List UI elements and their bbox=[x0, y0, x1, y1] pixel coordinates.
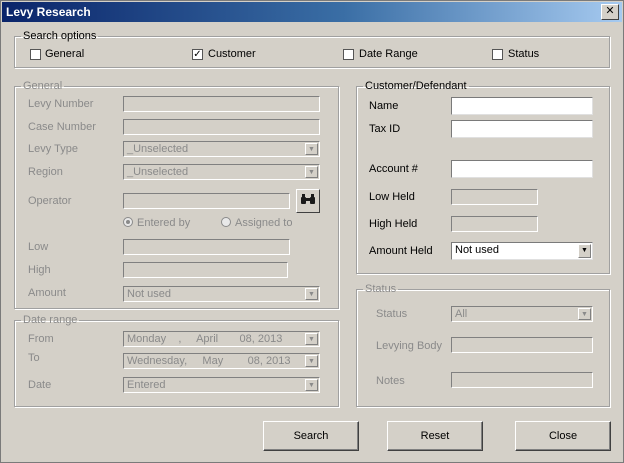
date-type-select[interactable]: Entered ▼ bbox=[123, 377, 320, 393]
operator-label: Operator bbox=[28, 195, 72, 207]
close-button[interactable]: Close bbox=[515, 421, 611, 451]
general-checkbox-label: General bbox=[45, 48, 85, 60]
status-legend: Status bbox=[365, 283, 397, 295]
general-checkbox[interactable] bbox=[30, 49, 41, 60]
low-held-field[interactable] bbox=[451, 189, 538, 205]
customer-checkbox-label: Customer bbox=[208, 48, 256, 60]
status-select[interactable]: All ▼ bbox=[451, 306, 593, 322]
from-date-value: Monday , April 08, 2013 bbox=[127, 333, 283, 345]
high-field[interactable] bbox=[123, 262, 288, 278]
name-input[interactable] bbox=[451, 97, 593, 115]
amount-held-select[interactable]: Not used ▼ bbox=[451, 242, 593, 260]
window-close-button[interactable]: ✕ bbox=[601, 4, 619, 20]
date-type-value: Entered bbox=[127, 379, 166, 391]
to-date-picker[interactable]: Wednesday, May 08, 2013 ▼ bbox=[123, 353, 320, 369]
binoculars-icon bbox=[300, 193, 316, 208]
tax-id-label: Tax ID bbox=[369, 123, 401, 135]
levy-type-label: Levy Type bbox=[28, 143, 78, 155]
operator-lookup-button[interactable] bbox=[296, 189, 320, 213]
general-legend: General bbox=[23, 80, 63, 92]
date-range-legend: Date range bbox=[23, 314, 78, 326]
account-label: Account # bbox=[369, 163, 418, 175]
notes-field[interactable] bbox=[451, 372, 593, 388]
status-value: All bbox=[455, 308, 468, 320]
region-label: Region bbox=[28, 166, 63, 178]
close-icon: ✕ bbox=[605, 5, 615, 17]
status-checkbox[interactable] bbox=[492, 49, 503, 60]
chevron-down-icon[interactable]: ▼ bbox=[578, 308, 591, 320]
high-held-field[interactable] bbox=[451, 216, 538, 232]
notes-label: Notes bbox=[376, 375, 405, 387]
entered-by-radio[interactable] bbox=[123, 217, 133, 227]
status-label: Status bbox=[376, 308, 408, 320]
title-bar: Levy Research bbox=[2, 2, 622, 22]
low-held-label: Low Held bbox=[369, 191, 415, 203]
name-label: Name bbox=[369, 100, 399, 112]
chevron-down-icon[interactable]: ▼ bbox=[305, 166, 318, 178]
window-title: Levy Research bbox=[6, 5, 91, 19]
chevron-down-icon[interactable]: ▼ bbox=[305, 143, 318, 155]
low-field[interactable] bbox=[123, 239, 290, 255]
case-number-field[interactable] bbox=[123, 119, 320, 135]
from-date-picker[interactable]: Monday , April 08, 2013 ▼ bbox=[123, 331, 320, 347]
chevron-down-icon[interactable]: ▼ bbox=[305, 333, 318, 345]
high-label: High bbox=[28, 264, 51, 276]
amount-select[interactable]: Not used ▼ bbox=[123, 286, 320, 302]
levying-body-label: Levying Body bbox=[376, 340, 443, 352]
to-label: To bbox=[28, 352, 40, 364]
amount-label: Amount bbox=[28, 287, 66, 299]
assigned-to-radio[interactable] bbox=[221, 217, 231, 227]
chevron-down-icon[interactable]: ▼ bbox=[305, 379, 318, 391]
customer-defendant-legend: Customer/Defendant bbox=[365, 80, 467, 92]
levy-type-value: _Unselected bbox=[127, 143, 189, 155]
search-options-legend: Search options bbox=[23, 30, 97, 42]
search-button[interactable]: Search bbox=[263, 421, 359, 451]
entered-by-label: Entered by bbox=[137, 217, 191, 229]
case-number-label: Case Number bbox=[28, 121, 96, 133]
levy-research-window: Levy Research ✕ Search options General ✓… bbox=[0, 0, 624, 463]
customer-checkbox[interactable]: ✓ bbox=[192, 49, 203, 60]
chevron-down-icon[interactable]: ▼ bbox=[305, 355, 318, 367]
levy-number-label: Levy Number bbox=[28, 98, 94, 110]
low-label: Low bbox=[28, 241, 49, 253]
to-date-value: Wednesday, May 08, 2013 bbox=[127, 355, 291, 367]
levying-body-field[interactable] bbox=[451, 337, 593, 353]
reset-button[interactable]: Reset bbox=[387, 421, 483, 451]
account-input[interactable] bbox=[451, 160, 593, 178]
chevron-down-icon[interactable]: ▼ bbox=[305, 288, 318, 300]
amount-held-value: Not used bbox=[455, 244, 500, 256]
region-select[interactable]: _Unselected ▼ bbox=[123, 164, 320, 180]
tax-id-input[interactable] bbox=[451, 120, 593, 138]
levy-type-select[interactable]: _Unselected ▼ bbox=[123, 141, 320, 157]
assigned-to-label: Assigned to bbox=[235, 217, 293, 229]
amount-value: Not used bbox=[127, 288, 172, 300]
date-label: Date bbox=[28, 379, 52, 391]
status-checkbox-label: Status bbox=[508, 48, 540, 60]
region-value: _Unselected bbox=[127, 166, 189, 178]
levy-number-field[interactable] bbox=[123, 96, 320, 112]
chevron-down-icon[interactable]: ▼ bbox=[578, 244, 591, 258]
amount-held-label: Amount Held bbox=[369, 245, 433, 257]
date-range-checkbox-label: Date Range bbox=[359, 48, 418, 60]
date-range-checkbox[interactable] bbox=[343, 49, 354, 60]
high-held-label: High Held bbox=[369, 218, 418, 230]
from-label: From bbox=[28, 333, 54, 345]
operator-field[interactable] bbox=[123, 193, 290, 209]
